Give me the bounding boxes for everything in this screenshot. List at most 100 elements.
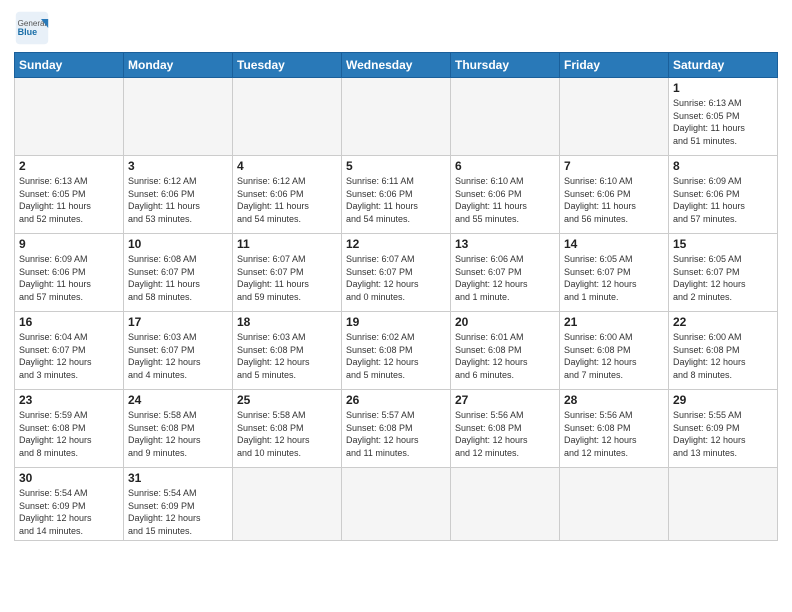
- calendar-week-2: 2Sunrise: 6:13 AMSunset: 6:05 PMDaylight…: [15, 156, 778, 234]
- calendar-cell: [669, 468, 778, 541]
- day-info: Sunrise: 6:05 AMSunset: 6:07 PMDaylight:…: [673, 253, 773, 303]
- calendar-week-4: 16 Sunrise: 6:04 AMSunset: 6:07 PMDayligh…: [15, 312, 778, 390]
- calendar-cell: 8 Sunrise: 6:09 AMSunset: 6:06 PMDaylight…: [669, 156, 778, 234]
- day-number: 6: [455, 159, 555, 173]
- calendar-cell: 30 Sunrise: 5:54 AMSunset: 6:09 PMDayligh…: [15, 468, 124, 541]
- day-number: 23: [19, 393, 119, 407]
- calendar-cell: 6 Sunrise: 6:10 AMSunset: 6:06 PMDaylight…: [451, 156, 560, 234]
- day-info: Sunrise: 6:08 AMSunset: 6:07 PMDaylight:…: [128, 253, 228, 303]
- weekday-header-monday: Monday: [124, 53, 233, 78]
- day-info: Sunrise: 6:05 AMSunset: 6:07 PMDaylight:…: [564, 253, 664, 303]
- calendar-cell: 27 Sunrise: 5:56 AMSunset: 6:08 PMDayligh…: [451, 390, 560, 468]
- day-info: Sunrise: 5:59 AMSunset: 6:08 PMDaylight:…: [19, 409, 119, 459]
- calendar-cell: 9 Sunrise: 6:09 AMSunset: 6:06 PMDaylight…: [15, 234, 124, 312]
- header: General Blue: [14, 10, 778, 46]
- calendar-cell: [124, 78, 233, 156]
- calendar-header-row: SundayMondayTuesdayWednesdayThursdayFrid…: [15, 53, 778, 78]
- calendar-cell: 1Sunrise: 6:13 AMSunset: 6:05 PMDaylight…: [669, 78, 778, 156]
- calendar-cell: [15, 78, 124, 156]
- day-info: Sunrise: 5:54 AMSunset: 6:09 PMDaylight:…: [19, 487, 119, 537]
- day-number: 26: [346, 393, 446, 407]
- calendar-cell: [342, 78, 451, 156]
- calendar-cell: 31 Sunrise: 5:54 AMSunset: 6:09 PMDayligh…: [124, 468, 233, 541]
- calendar-cell: 17 Sunrise: 6:03 AMSunset: 6:07 PMDayligh…: [124, 312, 233, 390]
- day-number: 27: [455, 393, 555, 407]
- day-info: Sunrise: 6:02 AMSunset: 6:08 PMDaylight:…: [346, 331, 446, 381]
- calendar-cell: 3 Sunrise: 6:12 AMSunset: 6:06 PMDaylight…: [124, 156, 233, 234]
- day-info: Sunrise: 6:06 AMSunset: 6:07 PMDaylight:…: [455, 253, 555, 303]
- calendar-cell: 21 Sunrise: 6:00 AMSunset: 6:08 PMDayligh…: [560, 312, 669, 390]
- calendar-cell: [342, 468, 451, 541]
- day-number: 22: [673, 315, 773, 329]
- day-info: Sunrise: 5:58 AMSunset: 6:08 PMDaylight:…: [128, 409, 228, 459]
- calendar-cell: 12 Sunrise: 6:07 AMSunset: 6:07 PMDayligh…: [342, 234, 451, 312]
- generalblue-logo-icon: General Blue: [14, 10, 50, 46]
- calendar-cell: 5 Sunrise: 6:11 AMSunset: 6:06 PMDaylight…: [342, 156, 451, 234]
- day-number: 7: [564, 159, 664, 173]
- weekday-header-wednesday: Wednesday: [342, 53, 451, 78]
- day-info: Sunrise: 5:56 AMSunset: 6:08 PMDaylight:…: [564, 409, 664, 459]
- day-number: 13: [455, 237, 555, 251]
- day-number: 28: [564, 393, 664, 407]
- day-info: Sunrise: 5:54 AMSunset: 6:09 PMDaylight:…: [128, 487, 228, 537]
- day-number: 5: [346, 159, 446, 173]
- day-info: Sunrise: 5:58 AMSunset: 6:08 PMDaylight:…: [237, 409, 337, 459]
- calendar-cell: 15 Sunrise: 6:05 AMSunset: 6:07 PMDayligh…: [669, 234, 778, 312]
- calendar-cell: 24Sunrise: 5:58 AMSunset: 6:08 PMDayligh…: [124, 390, 233, 468]
- calendar-cell: [233, 78, 342, 156]
- page: General Blue SundayMondayTuesdayWednesda…: [0, 0, 792, 551]
- calendar-week-5: 23 Sunrise: 5:59 AMSunset: 6:08 PMDayligh…: [15, 390, 778, 468]
- calendar-cell: [451, 78, 560, 156]
- calendar-cell: 7Sunrise: 6:10 AMSunset: 6:06 PMDaylight…: [560, 156, 669, 234]
- day-number: 3: [128, 159, 228, 173]
- day-number: 25: [237, 393, 337, 407]
- day-info: Sunrise: 6:12 AMSunset: 6:06 PMDaylight:…: [128, 175, 228, 225]
- day-number: 21: [564, 315, 664, 329]
- day-info: Sunrise: 6:09 AMSunset: 6:06 PMDaylight:…: [19, 253, 119, 303]
- calendar-cell: 23 Sunrise: 5:59 AMSunset: 6:08 PMDayligh…: [15, 390, 124, 468]
- day-info: Sunrise: 6:04 AMSunset: 6:07 PMDaylight:…: [19, 331, 119, 381]
- day-number: 9: [19, 237, 119, 251]
- calendar-cell: 20Sunrise: 6:01 AMSunset: 6:08 PMDayligh…: [451, 312, 560, 390]
- day-number: 16: [19, 315, 119, 329]
- calendar-cell: 4Sunrise: 6:12 AMSunset: 6:06 PMDaylight…: [233, 156, 342, 234]
- calendar-cell: [560, 468, 669, 541]
- day-number: 29: [673, 393, 773, 407]
- svg-text:Blue: Blue: [18, 27, 38, 37]
- logo: General Blue: [14, 10, 50, 46]
- calendar-cell: [560, 78, 669, 156]
- calendar-cell: [233, 468, 342, 541]
- calendar-cell: 22Sunrise: 6:00 AMSunset: 6:08 PMDayligh…: [669, 312, 778, 390]
- day-info: Sunrise: 6:12 AMSunset: 6:06 PMDaylight:…: [237, 175, 337, 225]
- day-number: 19: [346, 315, 446, 329]
- day-info: Sunrise: 6:09 AMSunset: 6:06 PMDaylight:…: [673, 175, 773, 225]
- calendar-cell: 19 Sunrise: 6:02 AMSunset: 6:08 PMDayligh…: [342, 312, 451, 390]
- day-info: Sunrise: 6:03 AMSunset: 6:07 PMDaylight:…: [128, 331, 228, 381]
- calendar-cell: [451, 468, 560, 541]
- calendar-week-6: 30 Sunrise: 5:54 AMSunset: 6:09 PMDayligh…: [15, 468, 778, 541]
- calendar-cell: 2Sunrise: 6:13 AMSunset: 6:05 PMDaylight…: [15, 156, 124, 234]
- day-info: Sunrise: 6:07 AMSunset: 6:07 PMDaylight:…: [237, 253, 337, 303]
- day-info: Sunrise: 5:55 AMSunset: 6:09 PMDaylight:…: [673, 409, 773, 459]
- calendar-cell: 13 Sunrise: 6:06 AMSunset: 6:07 PMDayligh…: [451, 234, 560, 312]
- calendar-table: SundayMondayTuesdayWednesdayThursdayFrid…: [14, 52, 778, 541]
- day-info: Sunrise: 6:07 AMSunset: 6:07 PMDaylight:…: [346, 253, 446, 303]
- day-number: 18: [237, 315, 337, 329]
- calendar-cell: 25 Sunrise: 5:58 AMSunset: 6:08 PMDayligh…: [233, 390, 342, 468]
- day-info: Sunrise: 6:10 AMSunset: 6:06 PMDaylight:…: [455, 175, 555, 225]
- day-info: Sunrise: 6:13 AMSunset: 6:05 PMDaylight:…: [19, 175, 119, 225]
- day-number: 10: [128, 237, 228, 251]
- weekday-header-thursday: Thursday: [451, 53, 560, 78]
- day-number: 17: [128, 315, 228, 329]
- day-number: 31: [128, 471, 228, 485]
- day-number: 30: [19, 471, 119, 485]
- day-info: Sunrise: 5:56 AMSunset: 6:08 PMDaylight:…: [455, 409, 555, 459]
- day-info: Sunrise: 6:13 AMSunset: 6:05 PMDaylight:…: [673, 97, 773, 147]
- day-number: 12: [346, 237, 446, 251]
- day-number: 15: [673, 237, 773, 251]
- weekday-header-tuesday: Tuesday: [233, 53, 342, 78]
- day-number: 20: [455, 315, 555, 329]
- day-info: Sunrise: 6:11 AMSunset: 6:06 PMDaylight:…: [346, 175, 446, 225]
- day-info: Sunrise: 6:00 AMSunset: 6:08 PMDaylight:…: [564, 331, 664, 381]
- day-number: 8: [673, 159, 773, 173]
